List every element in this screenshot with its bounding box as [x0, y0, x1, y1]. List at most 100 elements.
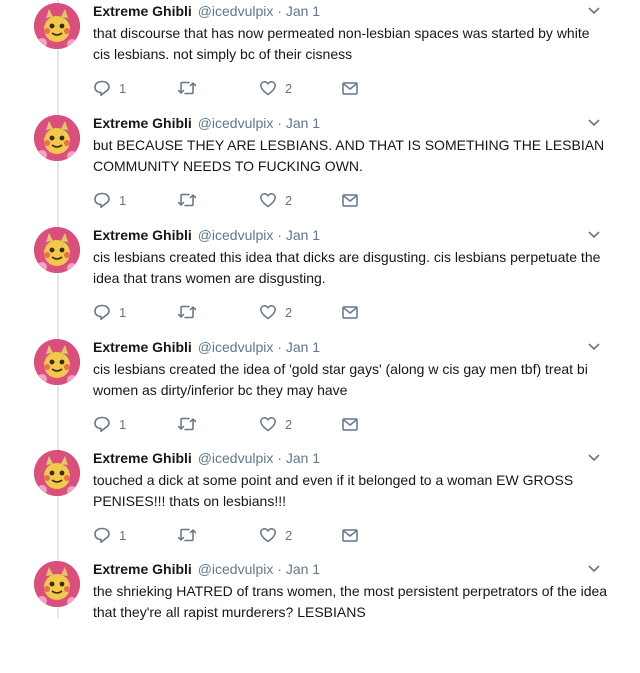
tweet-date[interactable]: Jan 1 [286, 561, 320, 577]
retweet-icon [177, 81, 197, 95]
author-handle[interactable]: @icedvulpix [198, 115, 274, 131]
avatar[interactable] [34, 339, 80, 385]
reply-icon [94, 192, 110, 208]
tweet-date[interactable]: Jan 1 [286, 450, 320, 466]
tweet[interactable]: Extreme Ghibli @icedvulpix · Jan 1 touch… [0, 450, 640, 562]
tweet-header: Extreme Ghibli @icedvulpix · Jan 1 [93, 114, 320, 132]
like-button[interactable]: 2 [259, 526, 292, 544]
reply-count: 1 [119, 416, 127, 432]
chevron-down-icon[interactable] [587, 342, 601, 352]
author-name[interactable]: Extreme Ghibli [93, 450, 192, 466]
chevron-down-icon[interactable] [587, 6, 601, 16]
retweet-icon [177, 193, 197, 207]
retweet-icon [177, 417, 197, 431]
tweet-text: touched a dick at some point and even if… [93, 472, 574, 509]
heart-icon [260, 305, 276, 320]
tweet-text: but BECAUSE THEY ARE LESBIANS. AND THAT … [93, 137, 605, 174]
avatar[interactable] [34, 3, 80, 49]
tweet-text: cis lesbians created the idea of 'gold s… [93, 361, 588, 398]
author-handle[interactable]: @icedvulpix [198, 227, 274, 243]
tweet-actions: 1 2 [93, 79, 393, 97]
like-button[interactable]: 2 [259, 191, 292, 209]
direct-message-button[interactable] [341, 79, 359, 97]
tweet[interactable]: Extreme Ghibli @icedvulpix · Jan 1 cis l… [0, 339, 640, 451]
reply-count: 1 [119, 527, 127, 543]
retweet-button[interactable] [177, 79, 197, 97]
tweet-date[interactable]: Jan 1 [286, 3, 320, 19]
tweet[interactable]: Extreme Ghibli @icedvulpix · Jan 1 that … [0, 3, 640, 115]
reply-button[interactable]: 1 [93, 303, 126, 321]
tweet-date[interactable]: Jan 1 [286, 227, 320, 243]
avatar[interactable] [34, 115, 80, 161]
reply-count: 1 [119, 192, 127, 208]
retweet-button[interactable] [177, 415, 197, 433]
author-name[interactable]: Extreme Ghibli [93, 227, 192, 243]
tweet[interactable]: Extreme Ghibli @icedvulpix · Jan 1 cis l… [0, 227, 640, 339]
avatar[interactable] [34, 227, 80, 273]
reply-button[interactable]: 1 [93, 415, 126, 433]
envelope-icon [342, 194, 358, 207]
direct-message-button[interactable] [341, 191, 359, 209]
reply-icon [94, 527, 110, 543]
reply-count: 1 [119, 80, 127, 96]
heart-icon [260, 193, 276, 208]
like-button[interactable]: 2 [259, 303, 292, 321]
separator-dot: · [277, 561, 282, 577]
tweet[interactable]: Extreme Ghibli @icedvulpix · Jan 1 the s… [0, 561, 640, 673]
direct-message-button[interactable] [341, 415, 359, 433]
tweet-actions: 1 2 [93, 526, 393, 544]
avatar[interactable] [34, 561, 80, 607]
retweet-button[interactable] [177, 191, 197, 209]
separator-dot: · [277, 450, 282, 466]
chevron-down-icon[interactable] [587, 453, 601, 463]
like-count: 2 [285, 416, 293, 432]
direct-message-button[interactable] [341, 526, 359, 544]
like-count: 2 [285, 192, 293, 208]
retweet-icon [177, 528, 197, 542]
author-name[interactable]: Extreme Ghibli [93, 339, 192, 355]
envelope-icon [342, 418, 358, 431]
author-handle[interactable]: @icedvulpix [198, 450, 274, 466]
direct-message-button[interactable] [341, 303, 359, 321]
envelope-icon [342, 82, 358, 95]
separator-dot: · [277, 115, 282, 131]
tweet-actions: 1 2 [93, 191, 393, 209]
tweet-text: cis lesbians created this idea that dick… [93, 249, 601, 286]
author-handle[interactable]: @icedvulpix [198, 561, 274, 577]
reply-button[interactable]: 1 [93, 79, 126, 97]
reply-button[interactable]: 1 [93, 526, 126, 544]
author-name[interactable]: Extreme Ghibli [93, 115, 192, 131]
tweet-text: that discourse that has now permeated no… [93, 25, 590, 62]
tweet-header: Extreme Ghibli @icedvulpix · Jan 1 [93, 449, 320, 467]
chevron-down-icon[interactable] [587, 118, 601, 128]
heart-icon [260, 528, 276, 543]
reply-icon [94, 80, 110, 96]
like-button[interactable]: 2 [259, 415, 292, 433]
tweet[interactable]: Extreme Ghibli @icedvulpix · Jan 1 but B… [0, 115, 640, 227]
tweet-actions: 1 2 [93, 303, 393, 321]
tweet-header: Extreme Ghibli @icedvulpix · Jan 1 [93, 338, 320, 356]
envelope-icon [342, 306, 358, 319]
separator-dot: · [277, 227, 282, 243]
retweet-button[interactable] [177, 526, 197, 544]
like-count: 2 [285, 80, 293, 96]
tweet-date[interactable]: Jan 1 [286, 339, 320, 355]
author-handle[interactable]: @icedvulpix [198, 3, 274, 19]
reply-icon [94, 416, 110, 432]
retweet-button[interactable] [177, 303, 197, 321]
author-name[interactable]: Extreme Ghibli [93, 561, 192, 577]
chevron-down-icon[interactable] [587, 564, 601, 574]
like-button[interactable]: 2 [259, 79, 292, 97]
chevron-down-icon[interactable] [587, 230, 601, 240]
tweet-date[interactable]: Jan 1 [286, 115, 320, 131]
reply-button[interactable]: 1 [93, 191, 126, 209]
heart-icon [260, 417, 276, 432]
avatar[interactable] [34, 450, 80, 496]
author-handle[interactable]: @icedvulpix [198, 339, 274, 355]
tweet-text: the shrieking HATRED of trans women, the… [93, 583, 608, 620]
tweet-header: Extreme Ghibli @icedvulpix · Jan 1 [93, 2, 320, 20]
reply-count: 1 [119, 304, 127, 320]
like-count: 2 [285, 304, 293, 320]
author-name[interactable]: Extreme Ghibli [93, 3, 192, 19]
separator-dot: · [277, 3, 282, 19]
